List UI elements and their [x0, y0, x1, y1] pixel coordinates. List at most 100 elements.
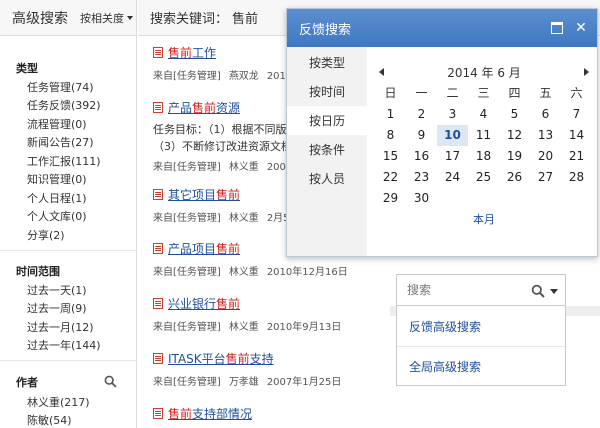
search-icon[interactable]: [531, 284, 545, 298]
tab-by-condition[interactable]: 按条件: [287, 135, 367, 164]
this-month-link[interactable]: 本月: [375, 211, 593, 227]
calendar-day[interactable]: 26: [499, 167, 530, 188]
divider: [0, 250, 137, 251]
calendar-day[interactable]: 3: [437, 104, 468, 125]
calendar-day[interactable]: 6: [530, 104, 561, 125]
menu-item-feedback-advanced-search[interactable]: 反馈高级搜索: [397, 306, 565, 346]
calendar-day-today[interactable]: 10: [437, 125, 468, 146]
calendar-day[interactable]: 1: [375, 104, 406, 125]
weekday-label: 六: [570, 86, 583, 100]
result-date: 2010年12月16日: [266, 267, 348, 278]
calendar-day[interactable]: 2: [406, 104, 437, 125]
close-icon[interactable]: ✕: [575, 21, 587, 35]
calendar-day[interactable]: 4: [468, 104, 499, 125]
calendar-day[interactable]: 14: [561, 125, 592, 146]
calendar-day[interactable]: 30: [406, 188, 437, 209]
calendar-day[interactable]: 12: [499, 125, 530, 146]
filter-item-time[interactable]: 过去一年(144): [27, 337, 101, 353]
calendar-day[interactable]: 11: [468, 125, 499, 146]
weekday-label: 日: [384, 86, 397, 100]
section-time: 时间范围: [16, 265, 60, 278]
filter-item-type[interactable]: 知识管理(0): [27, 171, 87, 187]
calendar-month-label: 2014 年 6 月: [447, 65, 521, 80]
calendar-day[interactable]: 5: [499, 104, 530, 125]
filter-item-time[interactable]: 过去一天(1): [27, 282, 87, 298]
calendar: 2014 年 6 月 日 一 二 三 四 五 六 1 2 3 4 5 6 7 8…: [375, 63, 593, 227]
filter-item-type[interactable]: 任务管理(74): [27, 79, 94, 95]
section-type: 类型: [16, 62, 38, 75]
result-title-link[interactable]: 售前工作: [168, 44, 216, 61]
document-icon: [153, 189, 163, 200]
sort-dropdown[interactable]: 按相关度: [80, 10, 133, 26]
calendar-day[interactable]: 15: [375, 146, 406, 167]
calendar-day[interactable]: 29: [375, 188, 406, 209]
menu-item-global-advanced-search[interactable]: 全局高级搜索: [397, 346, 565, 386]
document-icon: [153, 102, 163, 113]
document-icon: [153, 298, 163, 309]
sidebar-title: 高级搜索: [12, 10, 68, 27]
filter-item-type[interactable]: 分享(2): [27, 227, 65, 243]
filter-item-type[interactable]: 任务反馈(392): [27, 97, 101, 113]
result-date: 2010年9月13日: [266, 322, 342, 333]
sidebar-header: 高级搜索 按相关度: [0, 0, 136, 36]
calendar-day[interactable]: 17: [437, 146, 468, 167]
calendar-grid: 日 一 二 三 四 五 六 1 2 3 4 5 6 7 8 9 10 11 12…: [375, 83, 593, 209]
filter-item-type[interactable]: 个人文库(0): [27, 208, 87, 224]
result-author: 林义重: [228, 322, 259, 333]
calendar-day[interactable]: 9: [406, 125, 437, 146]
result-title-link[interactable]: 售前支持部情况: [168, 405, 252, 422]
weekday-label: 二: [446, 86, 459, 100]
filter-item-author[interactable]: 陈敏(54): [27, 412, 72, 428]
sort-label: 按相关度: [80, 11, 124, 25]
calendar-day[interactable]: 13: [530, 125, 561, 146]
result-source: 来自[任务管理]: [153, 322, 221, 333]
result-author: 林义重: [228, 162, 259, 173]
feedback-search-dialog: 反馈搜索 ✕ 按类型 按时间 按日历 按条件 按人员 2014 年 6 月 日 …: [286, 8, 598, 257]
tab-by-time[interactable]: 按时间: [287, 77, 367, 106]
calendar-day[interactable]: 23: [406, 167, 437, 188]
calendar-day[interactable]: 8: [375, 125, 406, 146]
tab-by-person[interactable]: 按人员: [287, 164, 367, 193]
result-title-link[interactable]: 产品项目售前: [168, 240, 240, 257]
calendar-day[interactable]: 7: [561, 104, 592, 125]
search-dropdown-menu: 反馈高级搜索 全局高级搜索: [396, 306, 566, 386]
filter-item-type[interactable]: 流程管理(0): [27, 116, 87, 132]
result-title-link[interactable]: ITASK平台售前支持: [168, 350, 274, 367]
search-mode-tabs: 按类型 按时间 按日历 按条件 按人员: [287, 47, 367, 256]
sidebar: 高级搜索 按相关度 类型 任务管理(74) 任务反馈(392) 流程管理(0) …: [0, 0, 137, 428]
filter-item-time[interactable]: 过去一月(12): [27, 319, 94, 335]
calendar-day[interactable]: 19: [499, 146, 530, 167]
prev-month-icon[interactable]: [379, 68, 384, 76]
filter-item-type[interactable]: 新闻公告(27): [27, 134, 94, 150]
search-box: [396, 274, 566, 306]
tab-by-calendar[interactable]: 按日历: [287, 106, 367, 135]
result-author: 燕双龙: [228, 71, 259, 82]
search-input[interactable]: [407, 283, 517, 297]
search-icon[interactable]: [104, 375, 117, 388]
result-title-link[interactable]: 其它项目售前: [168, 186, 240, 203]
chevron-down-icon: [127, 15, 133, 20]
filter-item-type[interactable]: 工作汇报(111): [27, 153, 101, 169]
maximize-icon[interactable]: [551, 22, 563, 34]
filter-item-type[interactable]: 个人日程(1): [27, 190, 87, 206]
calendar-day[interactable]: 28: [561, 167, 592, 188]
calendar-day[interactable]: 25: [468, 167, 499, 188]
edit-document-icon: [153, 408, 163, 419]
calendar-day[interactable]: 16: [406, 146, 437, 167]
result-title-link[interactable]: 兴业银行售前: [168, 295, 240, 312]
result-source: 来自[任务管理]: [153, 71, 221, 82]
filter-item-time[interactable]: 过去一周(9): [27, 300, 87, 316]
calendar-day[interactable]: 20: [530, 146, 561, 167]
chevron-down-icon[interactable]: [550, 289, 558, 294]
document-icon: [153, 243, 163, 254]
calendar-day[interactable]: 21: [561, 146, 592, 167]
tab-by-type[interactable]: 按类型: [287, 48, 367, 77]
calendar-day[interactable]: 24: [437, 167, 468, 188]
result-date: 2007年1月25日: [266, 377, 342, 388]
result-title-link[interactable]: 产品售前资源: [168, 99, 240, 116]
calendar-day[interactable]: 22: [375, 167, 406, 188]
filter-item-author[interactable]: 林义重(217): [27, 394, 90, 410]
calendar-day[interactable]: 18: [468, 146, 499, 167]
next-month-icon[interactable]: [584, 68, 589, 76]
calendar-day[interactable]: 27: [530, 167, 561, 188]
